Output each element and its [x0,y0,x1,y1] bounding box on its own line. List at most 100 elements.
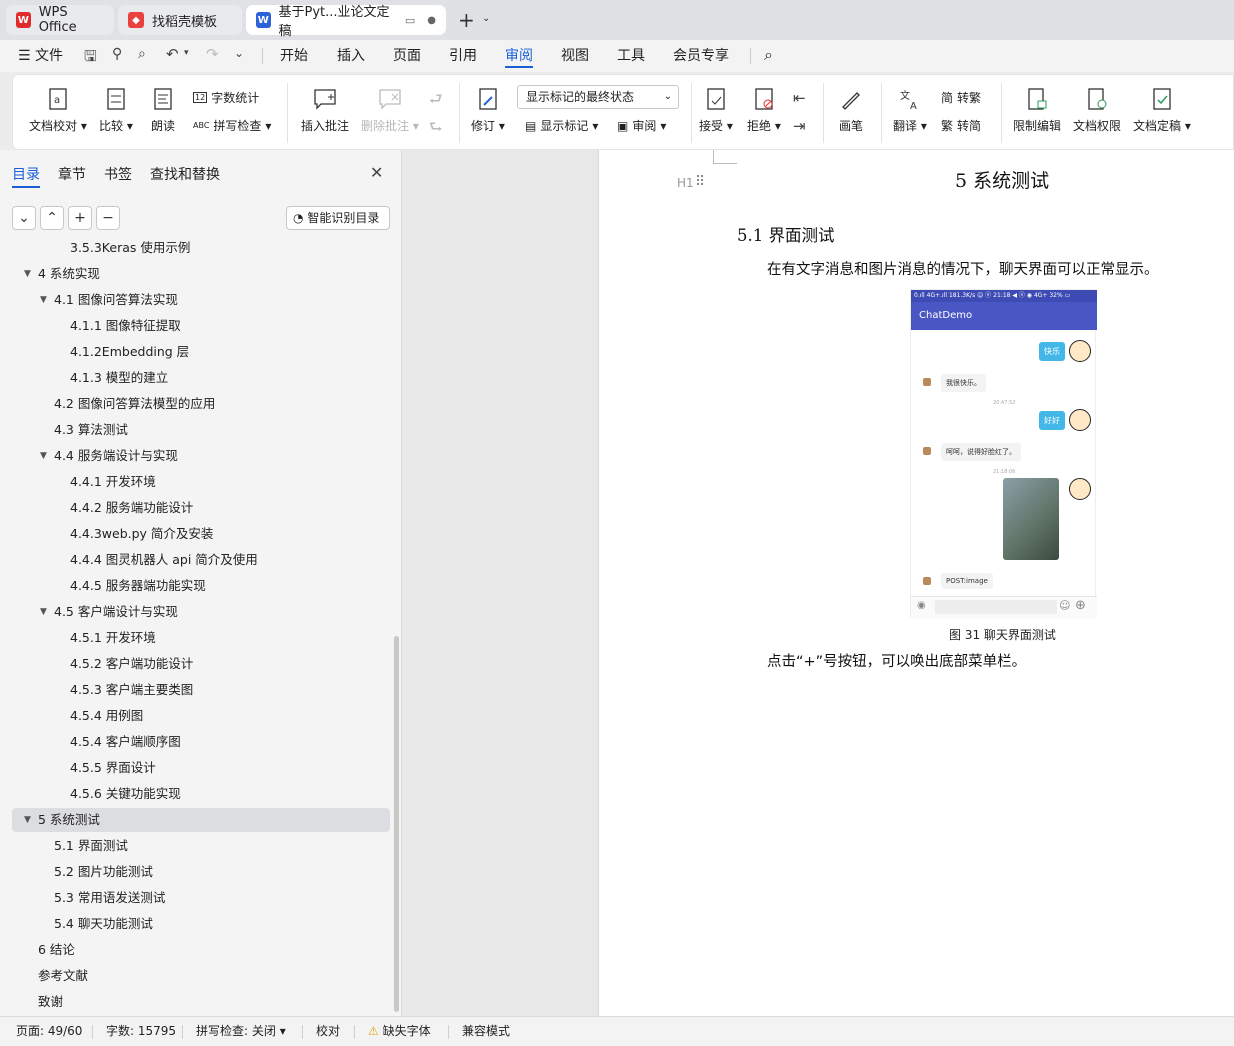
compare-button[interactable]: 比较 ▾ [99,87,133,134]
toc-item[interactable]: 4.4.3web.py 简介及安装 [12,522,390,546]
revise-button[interactable]: 修订 ▾ [471,87,505,134]
toc-item[interactable]: 4.4.4 图灵机器人 api 简介及使用 [12,548,390,572]
drag-handle-icon[interactable]: ⠿ [695,174,705,190]
review-pane-button[interactable]: ▣ 审阅 ▾ [617,117,666,134]
next-comment-icon[interactable]: ⮑ [429,117,443,142]
undo-icon[interactable]: ↶ [166,45,179,63]
toc-item[interactable]: 5.1 界面测试 [12,834,390,858]
toc-item[interactable]: 4.1.2Embedding 层 [12,340,390,364]
toc-item[interactable]: 4.5.6 关键功能实现 [12,782,390,806]
read-aloud-button[interactable]: 朗读 [151,87,175,134]
file-menu[interactable]: ☰ 文件 [18,46,63,68]
prev-comment-icon[interactable]: ⮐ [429,89,443,114]
toc-item[interactable]: 4.3 算法测试 [12,418,390,442]
toc-item[interactable]: 5.2 图片功能测试 [12,860,390,884]
toc-item[interactable]: 4.4.2 服务端功能设计 [12,496,390,520]
toc-item[interactable]: 5.3 常用语发送测试 [12,886,390,910]
document-page[interactable]: H1 ⠿ 5 系统测试 5.1 界面测试 在有文字消息和图片消息的情况下，聊天界… [598,150,1234,1016]
save-icon[interactable]: 🖫 [84,46,97,71]
menu-tools[interactable]: 工具 [617,46,645,68]
show-markup-button[interactable]: ▤ 显示标记 ▾ [525,117,598,134]
restrict-edit-button[interactable]: 限制编辑 [1013,87,1061,134]
heading-level-icon[interactable]: H1 [677,176,694,190]
pen-button[interactable]: 画笔 [839,87,863,134]
word-count-indicator[interactable]: 字数: 15795 [106,1022,176,1039]
proof-status[interactable]: 校对 [316,1022,340,1039]
redo-icon[interactable]: ↷ [206,45,219,63]
panel-tab-find-replace[interactable]: 查找和替换 [150,164,220,184]
prev-revision-icon[interactable]: ⇤ [793,89,806,107]
toc-item[interactable]: 5.4 聊天功能测试 [12,912,390,936]
menu-start[interactable]: 开始 [280,46,308,68]
toc-item[interactable]: ▼ 4.4 服务端设计与实现 [12,444,390,468]
finalize-button[interactable]: 文档定稿 ▾ [1133,87,1191,134]
toc-item[interactable]: 6 结论 [12,938,390,962]
toc-item[interactable]: ▼ 4.5 客户端设计与实现 [12,600,390,624]
menu-page[interactable]: 页面 [393,46,421,68]
toc-item[interactable]: 4.1.3 模型的建立 [12,366,390,390]
expand-all-button[interactable]: ⌄ [12,206,36,230]
toc-item[interactable]: 3.5.3Keras 使用示例 [12,236,390,260]
chevron-down-icon[interactable]: ⌄ [482,13,490,24]
word-count-button[interactable]: 12 字数统计 [193,89,259,106]
more-chevron-icon[interactable]: ⌄ [234,46,244,60]
toc-item[interactable]: 4.5.2 客户端功能设计 [12,652,390,676]
panel-tab-toc[interactable]: 目录 [12,164,40,188]
toc-item[interactable]: 4.1.1 图像特征提取 [12,314,390,338]
demote-button[interactable]: − [96,206,120,230]
print-preview-icon[interactable]: ⌕ [138,46,146,62]
page-indicator[interactable]: 页面: 49/60 [16,1022,82,1039]
toc-item[interactable]: 4.5.4 客户端顺序图 [12,730,390,754]
markup-state-select[interactable]: 显示标记的最终状态 ⌄ [517,85,679,109]
expand-triangle-icon[interactable]: ▼ [40,600,47,624]
expand-triangle-icon[interactable]: ▼ [40,444,47,468]
tab-template[interactable]: ◆ 找稻壳模板 [118,5,242,35]
toc-scrollbar[interactable] [394,636,399,1012]
tab-document[interactable]: W 基于Pyt...业论文定稿 ▭ ● [246,5,446,39]
panel-tab-chapter[interactable]: 章节 [58,164,86,184]
toc-item[interactable]: 4.5.1 开发环境 [12,626,390,650]
spell-check-status[interactable]: 拼写检查: 关闭 ▾ [196,1022,286,1039]
menu-review[interactable]: 审阅 [505,46,533,68]
share-icon[interactable]: ⚲ [112,46,122,62]
delete-comment-button[interactable]: 删除批注 ▾ [361,87,419,134]
toc-item[interactable]: 致谢 [12,990,390,1014]
search-icon[interactable]: ⌕ [764,45,773,65]
toc-item[interactable]: 4.2 图像问答算法模型的应用 [12,392,390,416]
toc-item[interactable]: 4.5.5 界面设计 [12,756,390,780]
insert-comment-button[interactable]: 插入批注 [301,87,349,134]
toc-item[interactable]: ▼ 4.1 图像问答算法实现 [12,288,390,312]
translate-button[interactable]: 文A 翻译 ▾ [893,87,927,134]
undo-dropdown-icon[interactable]: ▾ [184,48,189,58]
menu-reference[interactable]: 引用 [449,46,477,68]
doc-permission-button[interactable]: 文档权限 [1073,87,1121,134]
collapse-all-button[interactable]: ⌃ [40,206,64,230]
menu-view[interactable]: 视图 [561,46,589,68]
menu-member[interactable]: 会员专享 [673,46,729,68]
expand-triangle-icon[interactable]: ▼ [24,808,31,832]
accept-button[interactable]: 接受 ▾ [699,87,733,134]
toc-item[interactable]: ▼ 4 系统实现 [12,262,390,286]
doc-proof-button[interactable]: a 文档校对 ▾ [29,87,87,134]
new-tab-icon[interactable]: + [458,8,475,32]
toc-item[interactable]: ▼ 5 系统测试 [12,808,390,832]
spell-check-button[interactable]: ABC 拼写检查 ▾ [193,117,271,134]
menu-insert[interactable]: 插入 [337,46,365,68]
next-revision-icon[interactable]: ⇥ [793,117,806,135]
missing-font-status[interactable]: ⚠ 缺失字体 [368,1022,431,1039]
close-icon[interactable]: ✕ [370,163,383,182]
tab-wps-office[interactable]: W WPS Office [6,5,114,35]
toc-item[interactable]: 4.4.5 服务器端功能实现 [12,574,390,598]
to-simplified-button[interactable]: 繁 转简 [941,117,981,134]
toc-item[interactable]: 4.4.1 开发环境 [12,470,390,494]
promote-button[interactable]: + [68,206,92,230]
toc-item[interactable]: 4.5.4 用例图 [12,704,390,728]
toc-item[interactable]: 参考文献 [12,964,390,988]
monitor-icon[interactable]: ▭ [405,14,415,27]
expand-triangle-icon[interactable]: ▼ [40,288,47,312]
expand-triangle-icon[interactable]: ▼ [24,262,31,286]
reject-button[interactable]: 拒绝 ▾ [747,87,781,134]
smart-toc-button[interactable]: ◔ 智能识别目录 [286,206,390,230]
to-traditional-button[interactable]: 简 转繁 [941,89,981,106]
toc-item[interactable]: 4.5.3 客户端主要类图 [12,678,390,702]
